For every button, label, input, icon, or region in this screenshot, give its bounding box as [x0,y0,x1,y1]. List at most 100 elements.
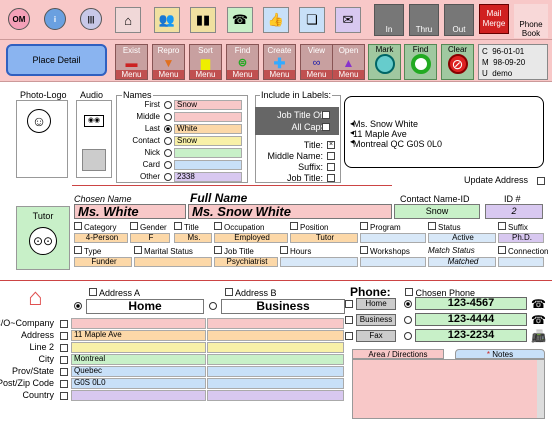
names-row-field[interactable] [174,160,242,170]
address-row-icon[interactable] [60,344,68,352]
address-a-field[interactable]: G0S 0L0 [71,378,206,389]
all-caps-checkbox[interactable] [322,123,330,131]
address-a-field[interactable] [71,390,206,401]
repro-menu-button[interactable]: Repro ▼ Menu [152,44,185,80]
role-row2-field[interactable] [280,257,358,267]
names-row-radio[interactable] [164,113,172,121]
phone-row-icon[interactable] [345,332,353,340]
stack-tool-button[interactable]: ❏ [299,7,325,33]
phone-row-radio[interactable] [404,316,412,324]
out-button[interactable]: Out [444,4,474,36]
job-title-off-checkbox[interactable] [322,111,330,119]
dial-icon[interactable]: ☎ [531,313,546,327]
dial-icon[interactable]: 📠 [531,329,546,343]
address-b-type[interactable]: Business [221,299,345,314]
role-row1-field[interactable]: Employed [214,233,288,243]
phone-row-label[interactable]: Business [356,314,396,326]
labels-row-checkbox[interactable] [327,163,335,171]
names-row-radio[interactable] [164,149,172,157]
role-row1-field[interactable]: F [130,233,170,243]
phone-row-label[interactable]: Home [356,298,396,310]
names-row-field[interactable]: 2338 [174,172,242,182]
exist-menu-button[interactable]: Exist ▬ Menu [115,44,148,80]
address-a-icon[interactable] [89,288,97,296]
role-row2-field[interactable]: Matched [428,257,496,267]
notes-area[interactable] [352,359,545,419]
labels-row-checkbox[interactable]: × [327,141,335,149]
address-row-icon[interactable] [60,380,68,388]
address-a-field[interactable]: Montreal [71,354,206,365]
phone-book-button[interactable]: Phone Book [514,4,548,38]
address-a-field[interactable]: 11 Maple Ave [71,330,206,341]
names-row-radio[interactable] [164,125,172,133]
names-row-radio[interactable] [164,101,172,109]
thru-button[interactable]: Thru [409,4,439,36]
house-tool-button[interactable]: ⌂ [115,7,141,33]
phone-row-icon[interactable] [345,316,353,324]
role-field-icon[interactable] [360,246,368,254]
names-row-field[interactable] [174,148,242,158]
phone-row-radio[interactable] [404,332,412,340]
address-a-field[interactable] [71,318,206,329]
names-row-field[interactable]: Snow [174,100,242,110]
address-b-field[interactable] [207,330,344,341]
sort-menu-button[interactable]: Sort ▆ Menu [189,44,222,80]
notes-scrollbar[interactable] [537,360,544,418]
thumb-tool-button[interactable]: 👍 [263,7,289,33]
role-row2-field[interactable] [498,257,544,267]
audio-slot[interactable] [82,149,106,171]
tab-notes[interactable]: * Notes [455,349,545,359]
names-row-field[interactable]: White [174,124,242,134]
address-b-field[interactable] [207,342,344,353]
people-tool-button[interactable]: 👥 [154,7,180,33]
role-field-icon[interactable] [74,246,82,254]
address-b-field[interactable] [207,378,344,389]
address-a-field[interactable]: Quebec [71,366,206,377]
open-menu-button[interactable]: Open ▲ Menu [332,44,365,80]
phone-row-value[interactable]: 123-4567 [415,297,527,310]
address-row-icon[interactable] [60,332,68,340]
contact-name-id-field[interactable]: Snow [394,204,480,219]
role-field-icon[interactable] [134,246,142,254]
address-b-field[interactable] [207,390,344,401]
mail-merge-button[interactable]: Mail Merge [479,4,509,34]
role-row2-field[interactable]: Psychiatrist [214,257,278,267]
cassette-icon[interactable]: ◉◉ [84,115,104,127]
role-field-icon[interactable] [174,222,182,230]
role-field-icon[interactable] [428,222,436,230]
names-row-radio[interactable] [164,173,172,181]
dial-icon[interactable]: ☎ [531,297,546,311]
view-menu-button[interactable]: View ∞ Menu [300,44,333,80]
role-row1-field[interactable]: 4-Person [74,233,128,243]
bars-button[interactable]: ||| [80,8,102,30]
phone-row-radio[interactable] [404,300,412,308]
photo-logo-frame[interactable]: ☺ [16,100,68,178]
role-row2-field[interactable] [360,257,426,267]
tab-area-directions[interactable]: Area / Directions [352,349,444,359]
address-a-radio[interactable] [74,302,82,310]
address-row-icon[interactable] [60,356,68,364]
address-b-field[interactable] [207,318,344,329]
role-row2-field[interactable] [134,257,212,267]
address-a-type[interactable]: Home [86,299,204,314]
address-row-icon[interactable] [60,320,68,328]
phone-row-icon[interactable] [345,300,353,308]
address-row-icon[interactable] [60,368,68,376]
role-row1-field[interactable]: Ms. [174,233,212,243]
full-name-field[interactable]: Ms. Snow White [188,204,392,219]
info-button[interactable]: i [44,8,66,30]
in-button[interactable]: In [374,4,404,36]
address-b-field[interactable] [207,354,344,365]
address-row-icon[interactable] [60,392,68,400]
role-field-icon[interactable] [360,222,368,230]
labels-row-checkbox[interactable] [327,174,335,182]
mark-button[interactable]: Mark [368,44,401,80]
group-tool-button[interactable]: ▮▮ [190,7,216,33]
find-menu-button[interactable]: Find ⊜ Menu [226,44,259,80]
role-field-icon[interactable] [130,222,138,230]
address-a-field[interactable] [71,342,206,353]
role-row1-field[interactable]: Active [428,233,496,243]
role-field-icon[interactable] [290,222,298,230]
id-field[interactable]: 2 [485,204,543,219]
chosen-phone-icon[interactable] [405,288,413,296]
